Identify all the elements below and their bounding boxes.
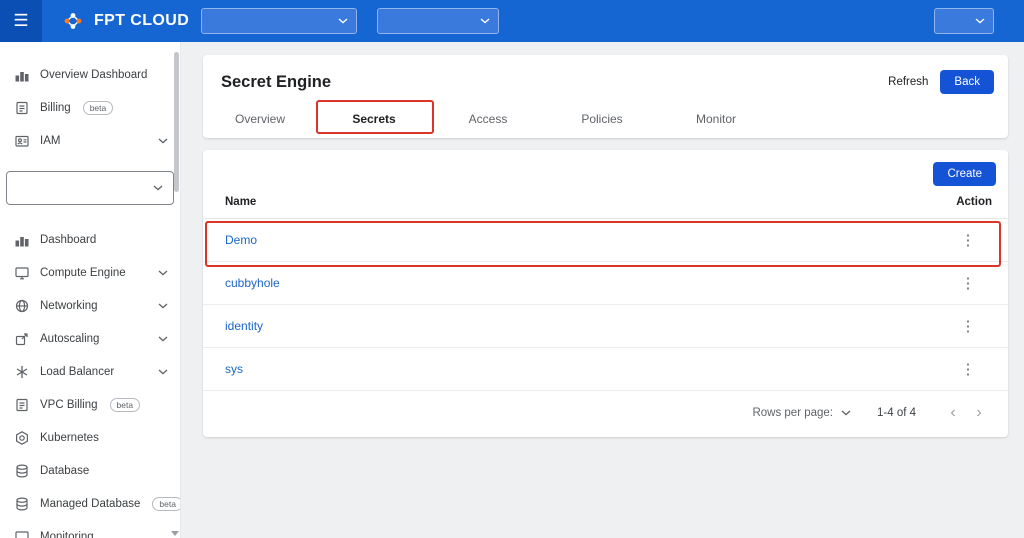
beta-badge: beta <box>110 398 141 412</box>
table-row[interactable]: cubbyhole ⋮ <box>203 262 1008 305</box>
billing-icon <box>14 397 30 413</box>
pagination: Rows per page: 1-4 of 4 ‹ › <box>203 391 1008 435</box>
bar-chart-icon <box>14 67 30 83</box>
sidebar-item-label: Overview Dashboard <box>40 69 147 81</box>
tab-access[interactable]: Access <box>431 112 545 126</box>
next-page-icon[interactable]: › <box>966 404 992 422</box>
refresh-button[interactable]: Refresh <box>888 76 928 88</box>
project-select[interactable] <box>377 8 499 34</box>
brand-name: FPT CLOUD <box>94 12 189 30</box>
sidebar-item-label: Autoscaling <box>40 333 99 345</box>
row-actions-kebab-icon[interactable]: ⋮ <box>940 319 996 334</box>
sidebar-item-label: Monitoring <box>40 531 94 538</box>
rows-per-page-select[interactable] <box>841 410 851 416</box>
sidebar-item-label: Compute Engine <box>40 267 126 279</box>
monitor-icon <box>14 529 30 538</box>
tab-monitor[interactable]: Monitor <box>659 112 773 126</box>
column-header-name: Name <box>225 196 940 208</box>
chevron-down-icon <box>480 18 490 24</box>
row-actions-kebab-icon[interactable]: ⋮ <box>940 276 996 291</box>
sidebar-item-label: Load Balancer <box>40 366 114 378</box>
secret-engine-link[interactable]: Demo <box>225 233 940 247</box>
sidebar-item-load-balancer[interactable]: Load Balancer <box>0 355 180 388</box>
beta-badge: beta <box>83 101 114 115</box>
sidebar-item-kubernetes[interactable]: Kubernetes <box>0 421 180 454</box>
menu-icon: ☰ <box>13 11 28 31</box>
load-balancer-icon <box>14 364 30 380</box>
sidebar-item-iam[interactable]: IAM <box>0 124 180 157</box>
tab-overview[interactable]: Overview <box>203 112 317 126</box>
database-icon <box>14 463 30 479</box>
sidebar-item-overview-dashboard[interactable]: Overview Dashboard <box>0 58 180 91</box>
database-icon <box>14 496 30 512</box>
sidebar-item-database[interactable]: Database <box>0 454 180 487</box>
account-select[interactable] <box>934 8 994 34</box>
chevron-down-icon <box>158 336 168 342</box>
create-button[interactable]: Create <box>933 162 996 186</box>
table-row[interactable]: identity ⋮ <box>203 305 1008 348</box>
row-actions-kebab-icon[interactable]: ⋮ <box>940 362 996 377</box>
sidebar-item-label: Dashboard <box>40 234 96 246</box>
sidebar-item-dashboard[interactable]: Dashboard <box>0 223 180 256</box>
sidebar-item-label: Managed Database <box>40 498 140 510</box>
chevron-down-icon <box>153 185 163 191</box>
secret-engine-link[interactable]: cubbyhole <box>225 276 940 290</box>
sidebar-item-label: IAM <box>40 135 60 147</box>
table-row[interactable]: Demo ⋮ <box>203 219 1008 262</box>
kubernetes-icon <box>14 430 30 446</box>
chevron-down-icon <box>975 18 985 24</box>
sidebar-item-managed-database[interactable]: Managed Database beta <box>0 487 180 520</box>
brand: FPT CLOUD <box>60 8 189 34</box>
id-card-icon <box>14 133 30 149</box>
topbar: ☰ FPT CLOUD <box>0 0 1024 42</box>
chevron-down-icon <box>158 270 168 276</box>
sidebar-item-compute-engine[interactable]: Compute Engine <box>0 256 180 289</box>
column-header-action: Action <box>940 196 996 208</box>
row-actions-kebab-icon[interactable]: ⋮ <box>940 233 996 248</box>
secret-engine-header-card: Secret Engine Refresh Back Overview Secr… <box>203 55 1008 138</box>
brand-logo-icon <box>60 8 86 34</box>
sidebar-item-networking[interactable]: Networking <box>0 289 180 322</box>
sidebar-item-label: Database <box>40 465 89 477</box>
sidebar-scrollbar[interactable] <box>174 42 179 538</box>
menu-button[interactable]: ☰ <box>0 0 42 42</box>
table-header: Name Action <box>203 196 1008 219</box>
sidebar-item-billing[interactable]: Billing beta <box>0 91 180 124</box>
sidebar-item-label: Billing <box>40 102 71 114</box>
main-content: Secret Engine Refresh Back Overview Secr… <box>181 42 1024 538</box>
rows-per-page-label: Rows per page: <box>752 407 833 419</box>
tab-bar: Overview Secrets Access Policies Monitor <box>203 100 1008 138</box>
pagination-range: 1-4 of 4 <box>877 407 916 419</box>
scrollbar-thumb[interactable] <box>174 52 179 192</box>
globe-icon <box>14 298 30 314</box>
sidebar-project-select[interactable] <box>6 171 174 205</box>
chevron-down-icon <box>158 138 168 144</box>
chevron-down-icon <box>338 18 348 24</box>
sidebar: Overview Dashboard Billing beta IAM <box>0 42 181 538</box>
tab-secrets[interactable]: Secrets <box>317 112 431 126</box>
scrollbar-down-arrow-icon[interactable] <box>171 531 179 536</box>
table-row[interactable]: sys ⋮ <box>203 348 1008 391</box>
autoscaling-icon <box>14 331 30 347</box>
back-button[interactable]: Back <box>940 70 994 94</box>
monitor-icon <box>14 265 30 281</box>
secret-engine-link[interactable]: sys <box>225 362 940 376</box>
sidebar-item-label: Networking <box>40 300 98 312</box>
sidebar-item-monitoring[interactable]: Monitoring <box>0 520 180 538</box>
chevron-down-icon <box>158 369 168 375</box>
chevron-down-icon <box>158 303 168 309</box>
page-title: Secret Engine <box>221 73 331 92</box>
secret-engine-link[interactable]: identity <box>225 319 940 333</box>
billing-icon <box>14 100 30 116</box>
sidebar-item-autoscaling[interactable]: Autoscaling <box>0 322 180 355</box>
secrets-table-card: Create Name Action Demo ⋮ cubbyhole ⋮ id… <box>203 150 1008 437</box>
sidebar-item-label: VPC Billing <box>40 399 98 411</box>
sidebar-item-label: Kubernetes <box>40 432 99 444</box>
sidebar-item-vpc-billing[interactable]: VPC Billing beta <box>0 388 180 421</box>
bar-chart-icon <box>14 232 30 248</box>
region-select[interactable] <box>201 8 357 34</box>
tab-policies[interactable]: Policies <box>545 112 659 126</box>
previous-page-icon[interactable]: ‹ <box>940 404 966 422</box>
